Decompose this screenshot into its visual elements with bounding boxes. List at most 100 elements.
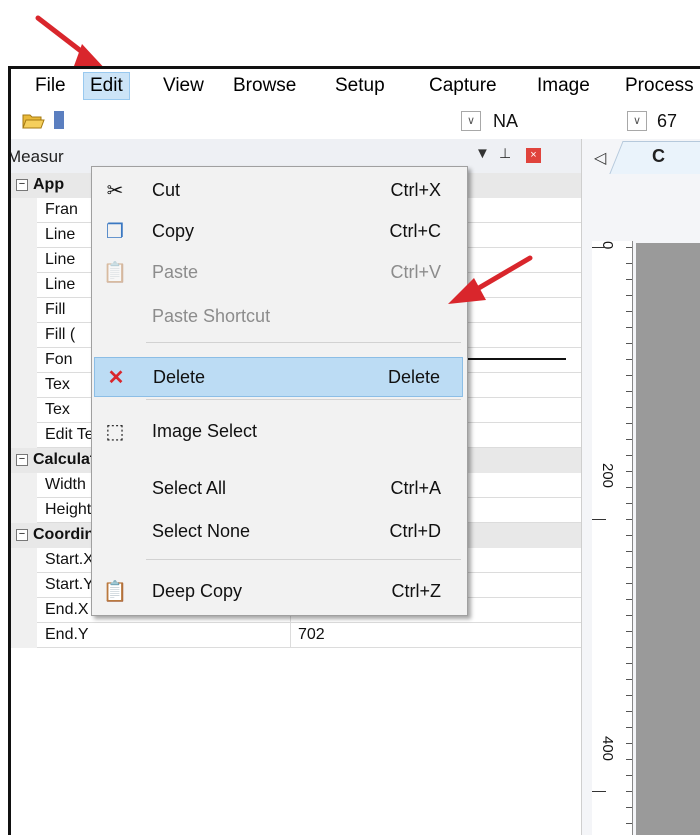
ruler-tick [626,647,632,648]
menu-item-label: Cut [152,180,181,200]
ruler-tick [626,359,632,360]
ruler-major-tick [592,519,606,520]
collapse-toggle-icon[interactable]: − [16,179,28,191]
row-gutter [11,323,37,348]
open-folder-icon[interactable] [21,109,45,131]
collapse-toggle-icon[interactable]: − [16,454,28,466]
column-separator [290,623,291,648]
menu-separator [146,399,461,400]
row-gutter [11,248,37,273]
ruler-tick [626,343,632,344]
menu-item-shortcut: Ctrl+X [390,180,441,200]
menu-browse[interactable]: Browse [227,73,302,99]
menu-item-shortcut: Ctrl+Z [391,581,442,601]
menu-item-deep-copy[interactable]: 📋 Deep Copy Ctrl+Z [94,572,463,612]
property-key: End.X [45,601,89,618]
menu-item-shortcut: Ctrl+V [390,262,441,282]
ruler-tick [626,295,632,296]
row-gutter [11,573,37,598]
close-icon[interactable]: × [526,148,541,163]
pin-icon[interactable]: ⊥ [499,145,511,162]
menu-item-cut[interactable]: ✂ Cut Ctrl+X [94,171,463,211]
measure-panel-title: Measur [8,147,64,166]
property-key: App [33,176,65,193]
combo2-dropdown-button[interactable]: ∨ [627,111,647,131]
ruler-tick [626,455,632,456]
row-gutter [11,298,37,323]
ruler-tick [626,615,632,616]
menu-item-image-select[interactable]: ⬚ Image Select [94,412,463,452]
ruler-tick [626,631,632,632]
ruler-tick [626,263,632,264]
row-gutter [11,348,37,373]
save-icon[interactable] [51,109,75,131]
menu-item-label: Delete [153,367,206,387]
menu-setup[interactable]: Setup [329,73,391,99]
ruler-tick [626,775,632,776]
menu-image[interactable]: Image [531,73,596,99]
ruler-label-0: 0 [599,241,616,250]
ruler-tick [626,551,632,552]
menu-file[interactable]: File [29,73,72,99]
ruler-tick [626,375,632,376]
row-gutter [11,223,37,248]
document-tab-label[interactable]: C [652,146,665,167]
ruler-tick [626,391,632,392]
delete-x-icon: ✕ [107,367,125,389]
combo1-value: NA [493,111,519,131]
menu-edit[interactable]: Edit [83,72,130,100]
property-key: Tex [45,401,70,418]
menu-bar: File Edit View Browse Setup Capture Imag… [11,69,700,103]
ruler-tick [626,487,632,488]
tab-scroll-left-icon[interactable]: ◁ [594,148,606,168]
combo1-dropdown-button[interactable]: ∨ [461,111,481,131]
row-gutter [11,373,37,398]
ruler-tick [626,439,632,440]
menu-item-select-all[interactable]: Select All Ctrl+A [94,469,463,509]
document-area: ◁ C 0 200 400 [581,139,700,835]
toolbar: ∨ NA ∨ 67 [11,103,700,140]
menu-item-delete[interactable]: ✕ Delete Delete [94,357,463,397]
ruler-tick [626,663,632,664]
row-gutter [11,623,37,648]
image-canvas[interactable] [636,243,700,835]
row-gutter [11,273,37,298]
menu-item-label: Deep Copy [152,581,243,601]
copy-icon: ❐ [106,221,124,243]
property-key: Tex [45,376,70,393]
property-key: Width [45,476,86,493]
row-gutter [11,498,37,523]
collapse-toggle-icon[interactable]: − [16,529,28,541]
ruler-tick [626,711,632,712]
menu-item-select-none[interactable]: Select None Ctrl+D [94,512,463,552]
property-key: Start.Y [45,576,94,593]
combo2-value: 67 [657,111,678,131]
property-key: Line [45,226,76,243]
menu-item-shortcut: Ctrl+C [389,221,441,241]
menu-item-label: Select All [152,478,227,498]
property-row[interactable]: End.Y 702 [11,623,581,648]
ruler-tick [626,743,632,744]
menu-process[interactable]: Process [619,73,700,99]
panel-dropdown-icon[interactable]: ▼ [475,145,490,162]
ruler-tick [626,679,632,680]
ruler-tick [626,535,632,536]
ruler-tick [626,503,632,504]
property-value[interactable]: 702 [298,626,325,644]
property-key: Start.X [45,551,94,568]
menu-view[interactable]: View [157,73,210,99]
menu-item-label: Image Select [152,421,258,441]
menu-item-shortcut: Ctrl+A [390,478,441,498]
row-gutter [11,198,37,223]
ruler-tick [626,695,632,696]
menu-item-shortcut: Delete [387,367,440,387]
ruler-tick [626,311,632,312]
ruler-tick [626,407,632,408]
menu-item-copy[interactable]: ❐ Copy Ctrl+C [94,212,463,252]
menu-item-label: Paste [152,262,199,282]
ruler-tick [626,807,632,808]
edit-dropdown-menu: ✂ Cut Ctrl+X ❐ Copy Ctrl+C 📋 Paste Ctrl+V Paste S… [91,166,468,616]
menu-capture[interactable]: Capture [423,73,503,99]
menu-item-label: Paste Shortcut [152,306,271,326]
menu-item-label: Copy [152,221,195,241]
